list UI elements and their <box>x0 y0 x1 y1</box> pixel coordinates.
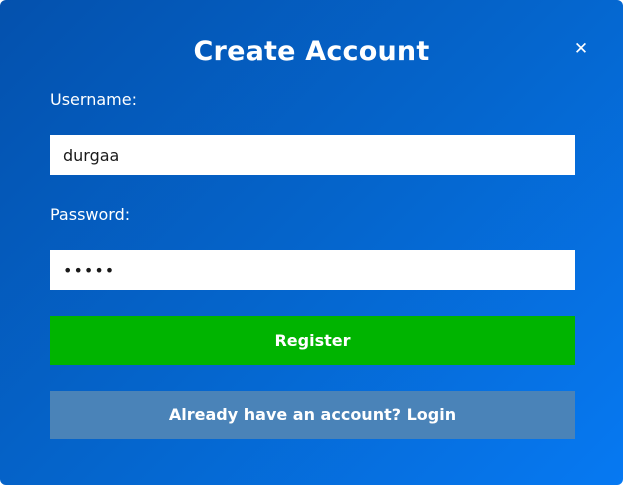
register-button[interactable]: Register <box>50 316 575 365</box>
close-icon[interactable]: ✕ <box>571 39 591 59</box>
password-label: Password: <box>50 205 131 224</box>
username-label: Username: <box>50 90 137 109</box>
create-account-dialog: Create Account ✕ Username: Password: Reg… <box>0 0 623 485</box>
dialog-title: Create Account <box>193 36 430 67</box>
login-link-button[interactable]: Already have an account? Login <box>50 391 575 439</box>
username-input[interactable] <box>50 135 575 175</box>
password-input[interactable] <box>50 250 575 290</box>
